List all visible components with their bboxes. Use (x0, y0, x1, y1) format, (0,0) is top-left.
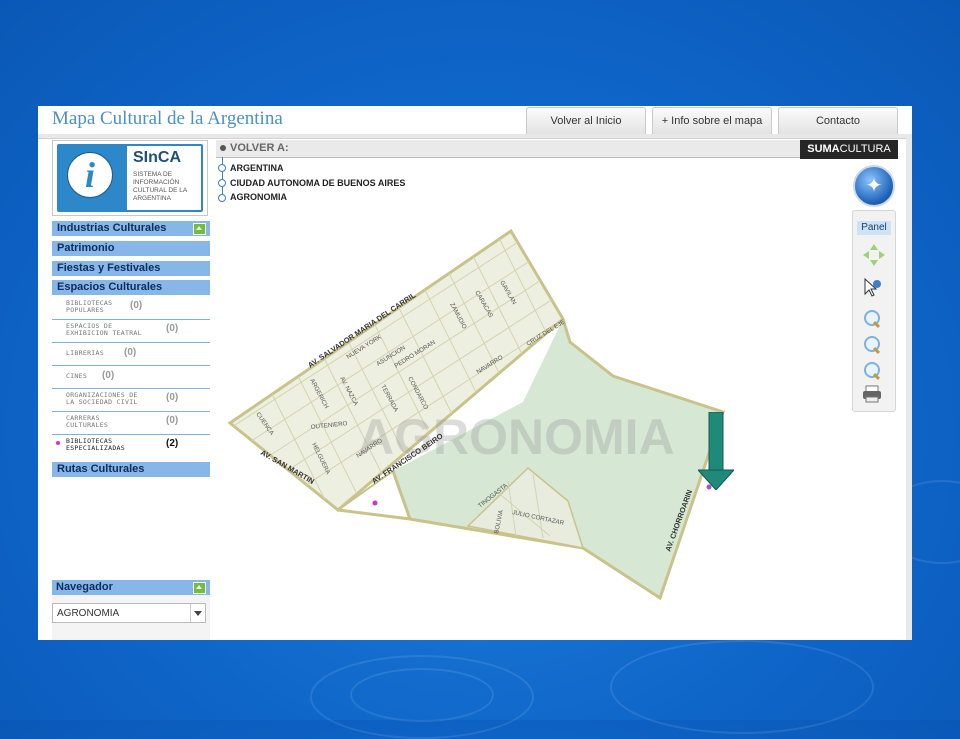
map-tools-panel: Panel (852, 210, 896, 412)
pan-arrows-icon[interactable] (862, 243, 885, 266)
zoom-extent-icon[interactable] (862, 361, 884, 381)
zoom-in-icon[interactable] (862, 309, 884, 329)
info-cursor-icon[interactable] (862, 277, 884, 297)
print-icon[interactable] (862, 385, 884, 405)
compass-icon[interactable]: ✦ (853, 165, 895, 207)
library-marker[interactable] (372, 500, 378, 506)
arrow-down-icon (698, 412, 734, 490)
zoom-out-icon[interactable] (862, 335, 884, 355)
map-application: Mapa Cultural de la Argentina Volver al … (38, 106, 912, 640)
map-canvas[interactable]: AGRONOMIA AV. SALVADOR MARIA DEL CARRIL … (38, 106, 912, 640)
panel-label: Panel (857, 221, 891, 235)
